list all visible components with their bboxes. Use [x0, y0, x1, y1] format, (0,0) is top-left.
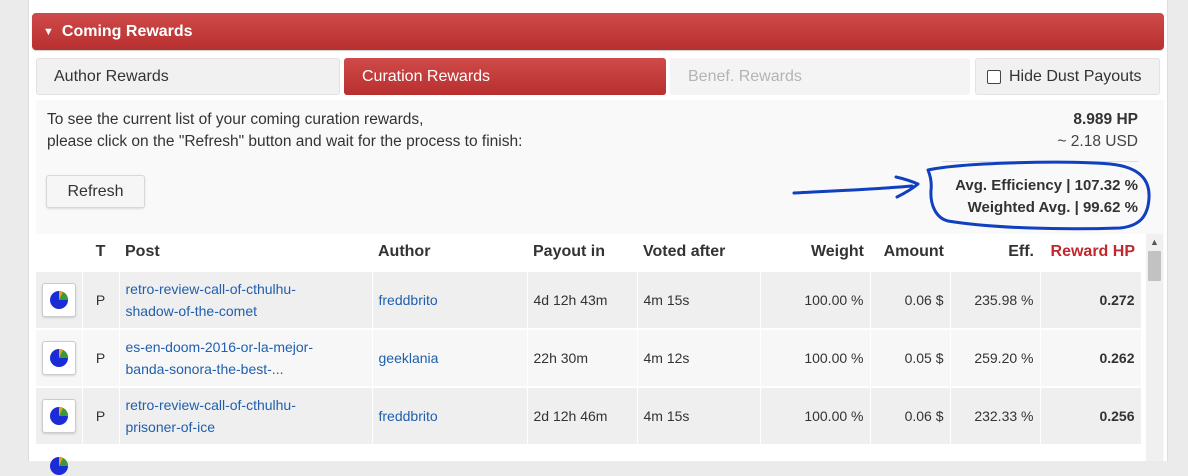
- refresh-button[interactable]: Refresh: [46, 175, 145, 208]
- table-row: P es-en-doom-2016-or-la-mejor-banda-sono…: [36, 328, 1142, 388]
- table-row: P retro-review-call-of-cthulhu-shadow-of…: [36, 270, 1142, 330]
- scroll-up-arrow-icon[interactable]: ▲: [1146, 234, 1163, 250]
- pie-chart-button[interactable]: [42, 341, 76, 375]
- pie-chart-icon: [50, 349, 68, 367]
- cell-voted-after: 4m 15s: [637, 386, 761, 446]
- cell-reward-hp: 0.262: [1040, 328, 1142, 388]
- cell-amount: 0.06 $: [870, 270, 951, 330]
- scrollbar-thumb[interactable]: [1148, 251, 1161, 281]
- cell-voted-after: 4m 12s: [637, 328, 761, 388]
- table-header-row: T Post Author Payout in Voted after Weig…: [36, 234, 1141, 271]
- post-link-line-1: es-en-doom-2016-or-la-mejor-: [125, 339, 314, 355]
- cell-eff: 232.33 %: [950, 386, 1041, 446]
- pie-cell: [36, 386, 83, 446]
- cell-weight: 100.00 %: [760, 328, 871, 388]
- panel-title: Coming Rewards: [61, 22, 193, 40]
- cell-post: es-en-doom-2016-or-la-mejor-banda-sonora…: [119, 328, 373, 388]
- header-eff[interactable]: Eff.: [950, 234, 1040, 271]
- author-link[interactable]: freddbrito: [379, 292, 438, 308]
- tab-benef-rewards-label: Benef. Rewards: [688, 67, 802, 85]
- weighted-avg: Weighted Avg. | 99.62 %: [967, 199, 1138, 216]
- post-link-line-2: prisoner-of-ice: [125, 419, 215, 435]
- curation-rewards-table: T Post Author Payout in Voted after Weig…: [36, 234, 1146, 461]
- post-link[interactable]: es-en-doom-2016-or-la-mejor-banda-sonora…: [126, 339, 314, 377]
- header-reward-hp[interactable]: Reward HP: [1040, 234, 1141, 271]
- cell-reward-hp: 0.272: [1040, 270, 1142, 330]
- cell-amount: 0.06 $: [870, 386, 951, 446]
- post-link[interactable]: retro-review-call-of-cthulhu-shadow-of-t…: [126, 281, 296, 319]
- hide-dust-checkbox[interactable]: [987, 69, 1001, 84]
- caret-down-icon: ▼: [43, 25, 54, 38]
- cell-amount: 0.05 $: [870, 328, 951, 388]
- total-hp: 8.989 HP: [1073, 111, 1138, 128]
- author-link[interactable]: geeklania: [379, 350, 439, 366]
- pie-chart-icon: [50, 407, 68, 425]
- tab-curation-rewards-label: Curation Rewards: [362, 67, 491, 85]
- post-link[interactable]: retro-review-call-of-cthulhu-prisoner-of…: [126, 397, 296, 435]
- header-type[interactable]: T: [82, 234, 119, 271]
- cell-weight: 100.00 %: [760, 386, 871, 446]
- post-link-line-2: banda-sonora-the-best-...: [125, 361, 284, 377]
- post-link-line-1: retro-review-call-of-cthulhu-: [125, 397, 296, 413]
- avg-efficiency: Avg. Efficiency | 107.32 %: [955, 177, 1138, 194]
- pie-chart-icon: [50, 290, 68, 309]
- cell-type: P: [82, 328, 120, 388]
- cell-post: retro-review-call-of-cthulhu-shadow-of-t…: [119, 270, 373, 330]
- pie-chart-icon: [50, 457, 68, 475]
- cell-author: geeklania: [372, 328, 528, 388]
- table-row: P retro-review-call-of-cthulhu-prisoner-…: [36, 386, 1142, 446]
- cell-reward-hp: 0.256: [1040, 386, 1142, 446]
- post-link-line-2: shadow-of-the-comet: [125, 302, 258, 319]
- info-line-1: To see the current list of your coming c…: [47, 111, 424, 128]
- coming-rewards-header[interactable]: ▼ Coming Rewards: [32, 13, 1164, 50]
- cell-eff: 259.20 %: [950, 328, 1041, 388]
- next-row-partial: [36, 446, 1146, 475]
- header-pie: [36, 234, 82, 271]
- cell-weight: 100.00 %: [760, 270, 871, 330]
- info-text: To see the current list of your coming c…: [47, 109, 522, 153]
- cell-type: P: [82, 270, 120, 330]
- tab-author-rewards-label: Author Rewards: [54, 67, 169, 85]
- header-post[interactable]: Post: [119, 234, 372, 271]
- cell-eff: 235.98 %: [950, 270, 1041, 330]
- cell-voted-after: 4m 15s: [637, 270, 761, 330]
- pie-chart-button[interactable]: [42, 282, 76, 317]
- pie-cell: [36, 270, 83, 330]
- cell-payout-in: 2d 12h 46m: [527, 386, 638, 446]
- tab-curation-rewards[interactable]: Curation Rewards: [344, 58, 666, 95]
- header-voted-after[interactable]: Voted after: [637, 234, 760, 271]
- cell-author: freddbrito: [372, 270, 528, 330]
- cell-post: retro-review-call-of-cthulhu-prisoner-of…: [119, 386, 373, 446]
- header-author[interactable]: Author: [372, 234, 527, 271]
- header-amount[interactable]: Amount: [870, 234, 950, 271]
- summary-divider: [942, 161, 1138, 162]
- pie-chart-button[interactable]: [42, 399, 76, 433]
- hp-total: 8.989 HP ~ 2.18 USD: [1057, 109, 1138, 153]
- hide-dust-payouts-toggle[interactable]: Hide Dust Payouts: [975, 58, 1160, 95]
- info-line-2: please click on the "Refresh" button and…: [47, 133, 523, 150]
- total-usd: ~ 2.18 USD: [1057, 133, 1138, 150]
- header-payout-in[interactable]: Payout in: [527, 234, 637, 271]
- cell-author: freddbrito: [372, 386, 528, 446]
- pie-cell: [36, 328, 83, 388]
- hide-dust-label: Hide Dust Payouts: [1009, 67, 1142, 85]
- table-scrollbar[interactable]: ▲: [1146, 234, 1163, 461]
- efficiency-summary: Avg. Efficiency | 107.32 % Weighted Avg.…: [955, 175, 1138, 219]
- tab-benef-rewards: Benef. Rewards: [670, 58, 970, 95]
- cell-type: P: [82, 386, 120, 446]
- author-link[interactable]: freddbrito: [379, 408, 438, 424]
- cell-payout-in: 4d 12h 43m: [527, 270, 638, 330]
- header-weight[interactable]: Weight: [760, 234, 870, 271]
- cell-payout-in: 22h 30m: [527, 328, 638, 388]
- tab-author-rewards[interactable]: Author Rewards: [36, 58, 340, 95]
- post-link-line-1: retro-review-call-of-cthulhu-: [125, 280, 296, 297]
